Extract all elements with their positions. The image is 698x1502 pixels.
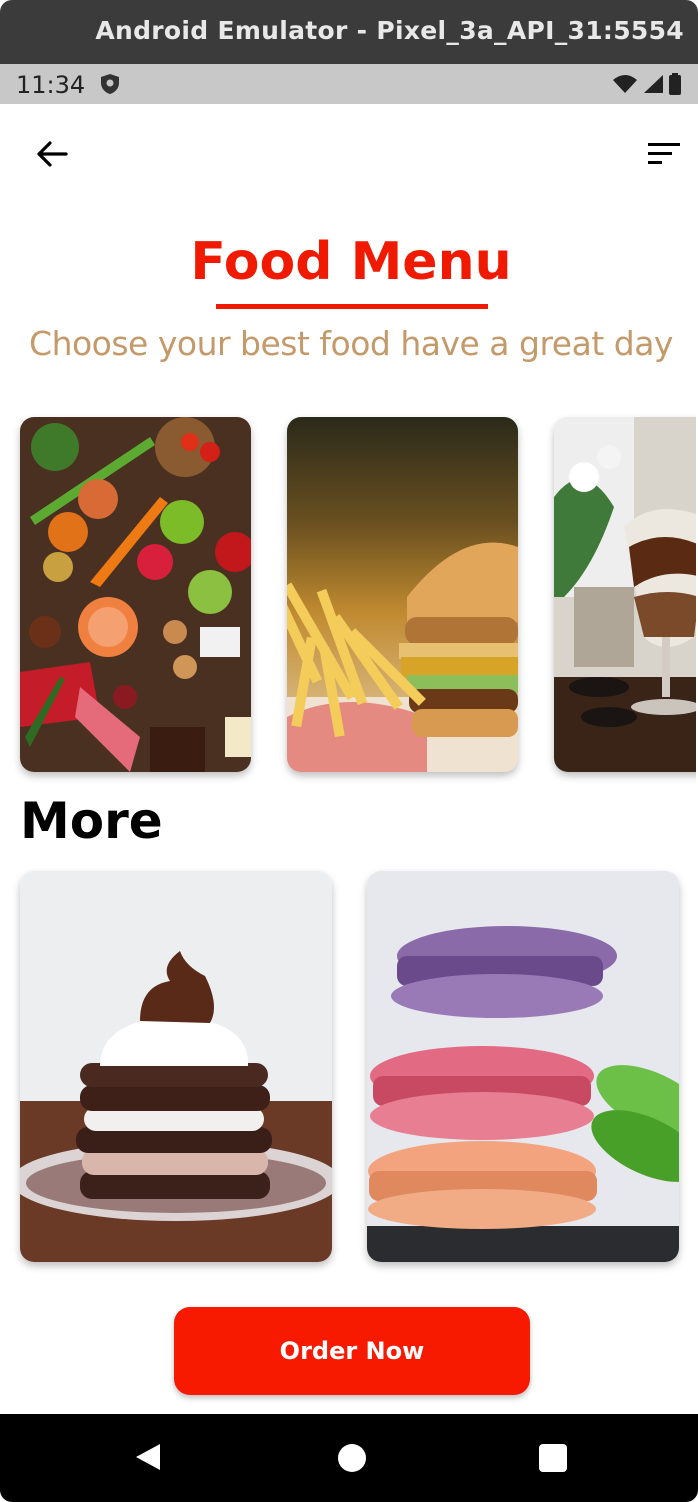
app-screen: Food Menu Choose your best food have a g… [2, 104, 696, 1414]
status-icons [612, 73, 682, 100]
vegetables-and-groceries-image [20, 417, 251, 772]
chocolate-dessert-glass-image [554, 417, 696, 772]
page-subtitle: Choose your best food have a great day [29, 324, 673, 363]
signal-icon [642, 74, 664, 99]
battery-icon [668, 73, 682, 100]
recents-square-icon[interactable] [539, 1444, 567, 1472]
arrow-left-icon [36, 140, 68, 173]
layered-cookie-dessert-image [20, 871, 332, 1262]
more-card-cookie-dessert[interactable] [20, 871, 332, 1262]
title-underline [216, 304, 488, 309]
more-card-macarons[interactable] [367, 871, 679, 1262]
wifi-icon [612, 74, 638, 99]
macarons-stack-image [367, 871, 679, 1262]
burger-and-fries-image [287, 417, 518, 772]
order-now-button[interactable]: Order Now [174, 1307, 530, 1395]
status-bar: 11:34 [0, 64, 698, 104]
food-card-burger[interactable] [287, 417, 518, 772]
status-time: 11:34 [16, 71, 86, 99]
food-card-dessert[interactable] [554, 417, 696, 772]
sort-button[interactable] [642, 136, 686, 176]
window-titlebar: Android Emulator - Pixel_3a_API_31:5554 [0, 0, 698, 64]
navigation-bar [0, 1414, 698, 1502]
shield-icon [100, 73, 120, 100]
home-circle-icon[interactable] [338, 1444, 366, 1472]
page-title: Food Menu [190, 232, 512, 292]
window-title: Android Emulator - Pixel_3a_API_31:5554 [95, 16, 684, 45]
food-card-vegetables[interactable] [20, 417, 251, 772]
back-button[interactable] [32, 136, 72, 176]
more-section-title: More [20, 792, 163, 850]
sort-lines-icon [647, 142, 681, 171]
back-triangle-icon[interactable] [134, 1442, 162, 1477]
